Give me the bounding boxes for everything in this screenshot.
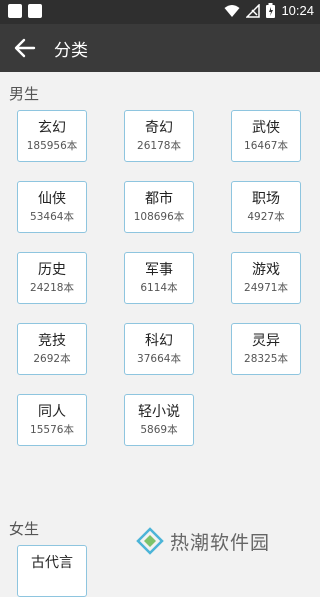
notification-icon <box>28 4 42 18</box>
category-count: 108696本 <box>133 211 185 223</box>
category-card[interactable]: 武侠 16467本 <box>231 110 301 162</box>
category-count: 24971本 <box>244 282 288 294</box>
category-card[interactable]: 都市 108696本 <box>124 181 194 233</box>
category-card[interactable]: 奇幻 26178本 <box>124 110 194 162</box>
category-card[interactable]: 科幻 37664本 <box>124 323 194 375</box>
category-name: 竞技 <box>38 333 66 349</box>
category-name: 武侠 <box>252 120 280 136</box>
category-name: 科幻 <box>145 333 173 349</box>
no-signal-icon <box>246 3 261 18</box>
category-card[interactable]: 游戏 24971本 <box>231 252 301 304</box>
category-name: 奇幻 <box>145 120 173 136</box>
category-name: 历史 <box>38 262 66 278</box>
category-count: 6114本 <box>140 282 178 294</box>
status-time: 10:24 <box>281 3 314 18</box>
category-card[interactable]: 同人 15576本 <box>17 394 87 446</box>
section-title-female: 女生 <box>9 520 40 538</box>
category-card[interactable]: 历史 24218本 <box>17 252 87 304</box>
wifi-icon <box>224 4 240 18</box>
arrow-left-icon <box>14 38 36 58</box>
back-button[interactable] <box>14 38 36 58</box>
category-card[interactable]: 仙侠 53464本 <box>17 181 87 233</box>
category-count: 26178本 <box>137 140 181 152</box>
category-card[interactable]: 古代言 <box>17 545 87 597</box>
watermark-logo-icon <box>136 527 164 555</box>
category-name: 灵异 <box>252 333 280 349</box>
category-card[interactable]: 竞技 2692本 <box>17 323 87 375</box>
category-count: 53464本 <box>30 211 74 223</box>
category-count: 28325本 <box>244 353 288 365</box>
notification-icon <box>8 4 22 18</box>
category-name: 玄幻 <box>38 120 66 136</box>
status-bar: 10:24 <box>0 0 320 24</box>
category-name: 仙侠 <box>38 191 66 207</box>
category-card[interactable]: 轻小说 5869本 <box>124 394 194 446</box>
app-bar: 分类 <box>0 24 320 72</box>
battery-icon <box>266 3 276 18</box>
category-count: 185956本 <box>26 140 78 152</box>
category-count: 24218本 <box>30 282 74 294</box>
category-count: 16467本 <box>244 140 288 152</box>
notification-icons <box>8 4 42 18</box>
category-card[interactable]: 军事 6114本 <box>124 252 194 304</box>
section-title-male: 男生 <box>9 85 40 103</box>
page-title: 分类 <box>54 41 88 61</box>
category-name: 军事 <box>145 262 173 278</box>
category-card[interactable]: 玄幻 185956本 <box>17 110 87 162</box>
category-name: 轻小说 <box>138 404 180 420</box>
category-card[interactable]: 灵异 28325本 <box>231 323 301 375</box>
category-name: 游戏 <box>252 262 280 278</box>
watermark-text: 热潮软件园 <box>170 531 271 554</box>
category-name: 同人 <box>38 404 66 420</box>
category-count: 4927本 <box>247 211 285 223</box>
category-count: 37664本 <box>137 353 181 365</box>
category-count: 15576本 <box>30 424 74 436</box>
watermark: 热潮软件园 <box>136 527 270 555</box>
category-card[interactable]: 职场 4927本 <box>231 181 301 233</box>
category-name: 职场 <box>252 191 280 207</box>
category-name: 都市 <box>145 191 173 207</box>
category-count: 2692本 <box>33 353 71 365</box>
category-count: 5869本 <box>140 424 178 436</box>
